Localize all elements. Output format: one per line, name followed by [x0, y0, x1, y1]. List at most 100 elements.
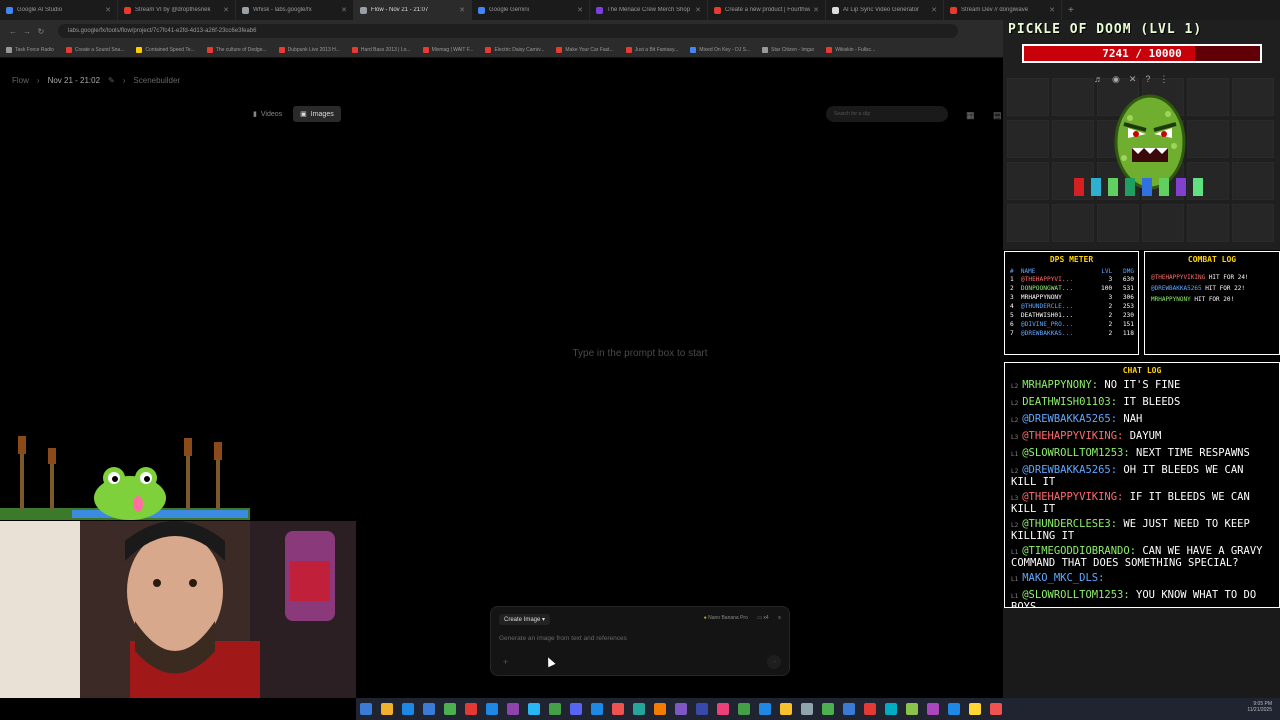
bookmark-label: Just a Bit Fantasy... [634, 46, 679, 53]
taskbar-app-icon[interactable] [969, 703, 981, 715]
taskbar-app-icon[interactable] [465, 703, 477, 715]
close-icon[interactable]: ✕ [931, 6, 937, 14]
taskbar-app-icon[interactable] [528, 703, 540, 715]
taskbar-app-icon[interactable] [738, 703, 750, 715]
taskbar-app-icon[interactable] [780, 703, 792, 715]
volume-icon[interactable]: ♬ [1094, 74, 1103, 85]
browser-tab[interactable]: Google AI Studio ✕ [0, 0, 118, 20]
bookmark-item[interactable]: The culture of Dedge... [206, 46, 267, 53]
output-count: x4 [763, 615, 769, 621]
settings-sliders-icon[interactable]: ≡ [778, 615, 781, 621]
bookmark-item[interactable]: Make Your Car Fast... [556, 46, 614, 53]
reload-icon[interactable]: ↻ [34, 27, 48, 36]
browser-tab[interactable]: Stream Dev // dongiwave ✕ [944, 0, 1062, 20]
taskbar-app-icon[interactable] [654, 703, 666, 715]
tab-title: Stream VI by @dropthesnek [135, 7, 211, 13]
tab-title: AI Lip Sync Video Generator [843, 7, 919, 13]
bookmark-item[interactable]: Mixed On Key - DJ S... [690, 46, 750, 53]
chat-message: L2 MRHAPPYNONY: NO IT'S FINE [1005, 380, 1279, 392]
taskbar-app-icon[interactable] [675, 703, 687, 715]
add-reference-button[interactable]: + [503, 657, 517, 669]
browser-tab[interactable]: Flow - Nov 21 - 21:07 ✕ [354, 0, 472, 20]
prompt-input[interactable]: Generate an image from text and referenc… [499, 635, 627, 642]
close-icon[interactable]: ✕ [695, 6, 701, 14]
search-input[interactable]: Search for a clip [826, 106, 948, 122]
taskbar-app-icon[interactable] [990, 703, 1002, 715]
taskbar-app-icon[interactable] [696, 703, 708, 715]
taskbar-app-icon[interactable] [423, 703, 435, 715]
close-icon[interactable]: ✕ [813, 6, 819, 14]
taskbar-app-icon[interactable] [444, 703, 456, 715]
taskbar-app-icon[interactable] [507, 703, 519, 715]
model-selector[interactable]: ● Nano Banana Pro ▭ x4 ≡ [704, 615, 781, 621]
discord-icon[interactable]: ◉ [1112, 74, 1120, 85]
taskbar-app-icon[interactable] [906, 703, 918, 715]
taskbar-app-icon[interactable] [612, 703, 624, 715]
taskbar-app-icon[interactable] [885, 703, 897, 715]
bookmark-favicon-icon [65, 46, 72, 53]
bookmark-item[interactable]: Just a Bit Fantasy... [625, 46, 679, 53]
taskbar-app-icon[interactable] [570, 703, 582, 715]
taskbar-app-icon[interactable] [864, 703, 876, 715]
back-arrow-icon[interactable]: ← [6, 27, 20, 36]
browser-tab[interactable]: AI Lip Sync Video Generator ✕ [826, 0, 944, 20]
taskbar-app-icon[interactable] [843, 703, 855, 715]
new-tab-plus-icon[interactable]: + [1062, 5, 1074, 16]
bookmark-item[interactable]: Create a Sound Sna... [65, 46, 124, 53]
taskbar-app-icon[interactable] [360, 703, 372, 715]
chat-message: L2 @THUNDERCLESE3: WE JUST NEED TO KEEP K… [1005, 519, 1279, 542]
close-icon[interactable]: ✕ [341, 6, 347, 14]
close-icon[interactable]: ✕ [1049, 6, 1055, 14]
bookmark-item[interactable]: Contained Speed Te... [136, 46, 195, 53]
taskbar-app-icon[interactable] [948, 703, 960, 715]
browser-tab[interactable]: Google Gemini ✕ [472, 0, 590, 20]
taskbar-app-icon[interactable] [633, 703, 645, 715]
breadcrumb-root[interactable]: Flow [12, 76, 29, 85]
tab-images[interactable]: ▣ Images [293, 106, 341, 122]
create-mode-dropdown[interactable]: Create Image ▾ [499, 614, 551, 625]
more-icon[interactable]: ⋮ [1159, 74, 1168, 85]
dps-damage: 253 [1122, 303, 1134, 310]
bookmark-item[interactable]: Mixmag | WAIT F... [422, 46, 473, 53]
taskbar-app-icon[interactable] [381, 703, 393, 715]
taskbar-app-icon[interactable] [822, 703, 834, 715]
x-icon[interactable]: ✕ [1129, 74, 1137, 85]
url-field[interactable]: labs.google/fx/tools/flow/project/7c7fc4… [58, 24, 958, 38]
tab-title: Stream Dev // dongiwave [961, 7, 1029, 13]
bookmark-item[interactable]: Dubpunk Live 2013 H... [278, 46, 340, 53]
close-icon[interactable]: ✕ [459, 6, 465, 14]
taskbar-app-icon[interactable] [591, 703, 603, 715]
forward-arrow-icon[interactable]: → [20, 27, 34, 36]
taskbar-app-icon[interactable] [402, 703, 414, 715]
taskbar-app-icon[interactable] [801, 703, 813, 715]
taskbar-app-icon[interactable] [927, 703, 939, 715]
taskbar-app-icon[interactable] [486, 703, 498, 715]
close-icon[interactable]: ✕ [105, 6, 111, 14]
boss-title: PICKLE OF DOOM (LVL 1) [1008, 22, 1203, 37]
breadcrumb-page[interactable]: Scenebuilder [133, 76, 180, 85]
browser-tab[interactable]: Create a new product | Fourthwall ✕ [708, 0, 826, 20]
taskbar-app-icon[interactable] [549, 703, 561, 715]
bookmark-item[interactable]: Electric Daisy Carniv... [485, 46, 544, 53]
close-icon[interactable]: ✕ [577, 6, 583, 14]
browser-tab[interactable]: Whisk - labs.google/fx ✕ [236, 0, 354, 20]
close-icon[interactable]: ✕ [223, 6, 229, 14]
bookmark-item[interactable]: Hard Bass 2013 | Lo... [351, 46, 411, 53]
help-icon[interactable]: ? [1145, 74, 1150, 85]
send-button[interactable]: → [767, 655, 781, 669]
list-view-icon[interactable]: ▤ [993, 110, 1002, 121]
project-title[interactable]: Nov 21 - 21:02 [48, 76, 100, 85]
combat-log-entry: @THEHAPPYVIKING HIT FOR 24! [1145, 272, 1279, 283]
bookmark-item[interactable]: Star Citizen - Imgur [762, 46, 814, 53]
bookmark-item[interactable]: Task Force Radio [6, 46, 54, 53]
grid-view-icon[interactable]: ▦ [966, 110, 975, 121]
taskbar-app-icon[interactable] [717, 703, 729, 715]
pencil-icon[interactable]: ✎ [108, 76, 115, 85]
chat-messages: L2 MRHAPPYNONY: NO IT'S FINE L2 DEATHWISH01… [1005, 380, 1279, 607]
bookmark-item[interactable]: Wikiskin - Fullsc... [826, 46, 875, 53]
browser-tab[interactable]: The Menace Crew Merch Shop ✕ [590, 0, 708, 20]
browser-tab[interactable]: Stream VI by @dropthesnek ✕ [118, 0, 236, 20]
crystal-icon [1193, 178, 1203, 196]
tab-videos[interactable]: ▮ Videos [246, 106, 289, 122]
taskbar-app-icon[interactable] [759, 703, 771, 715]
